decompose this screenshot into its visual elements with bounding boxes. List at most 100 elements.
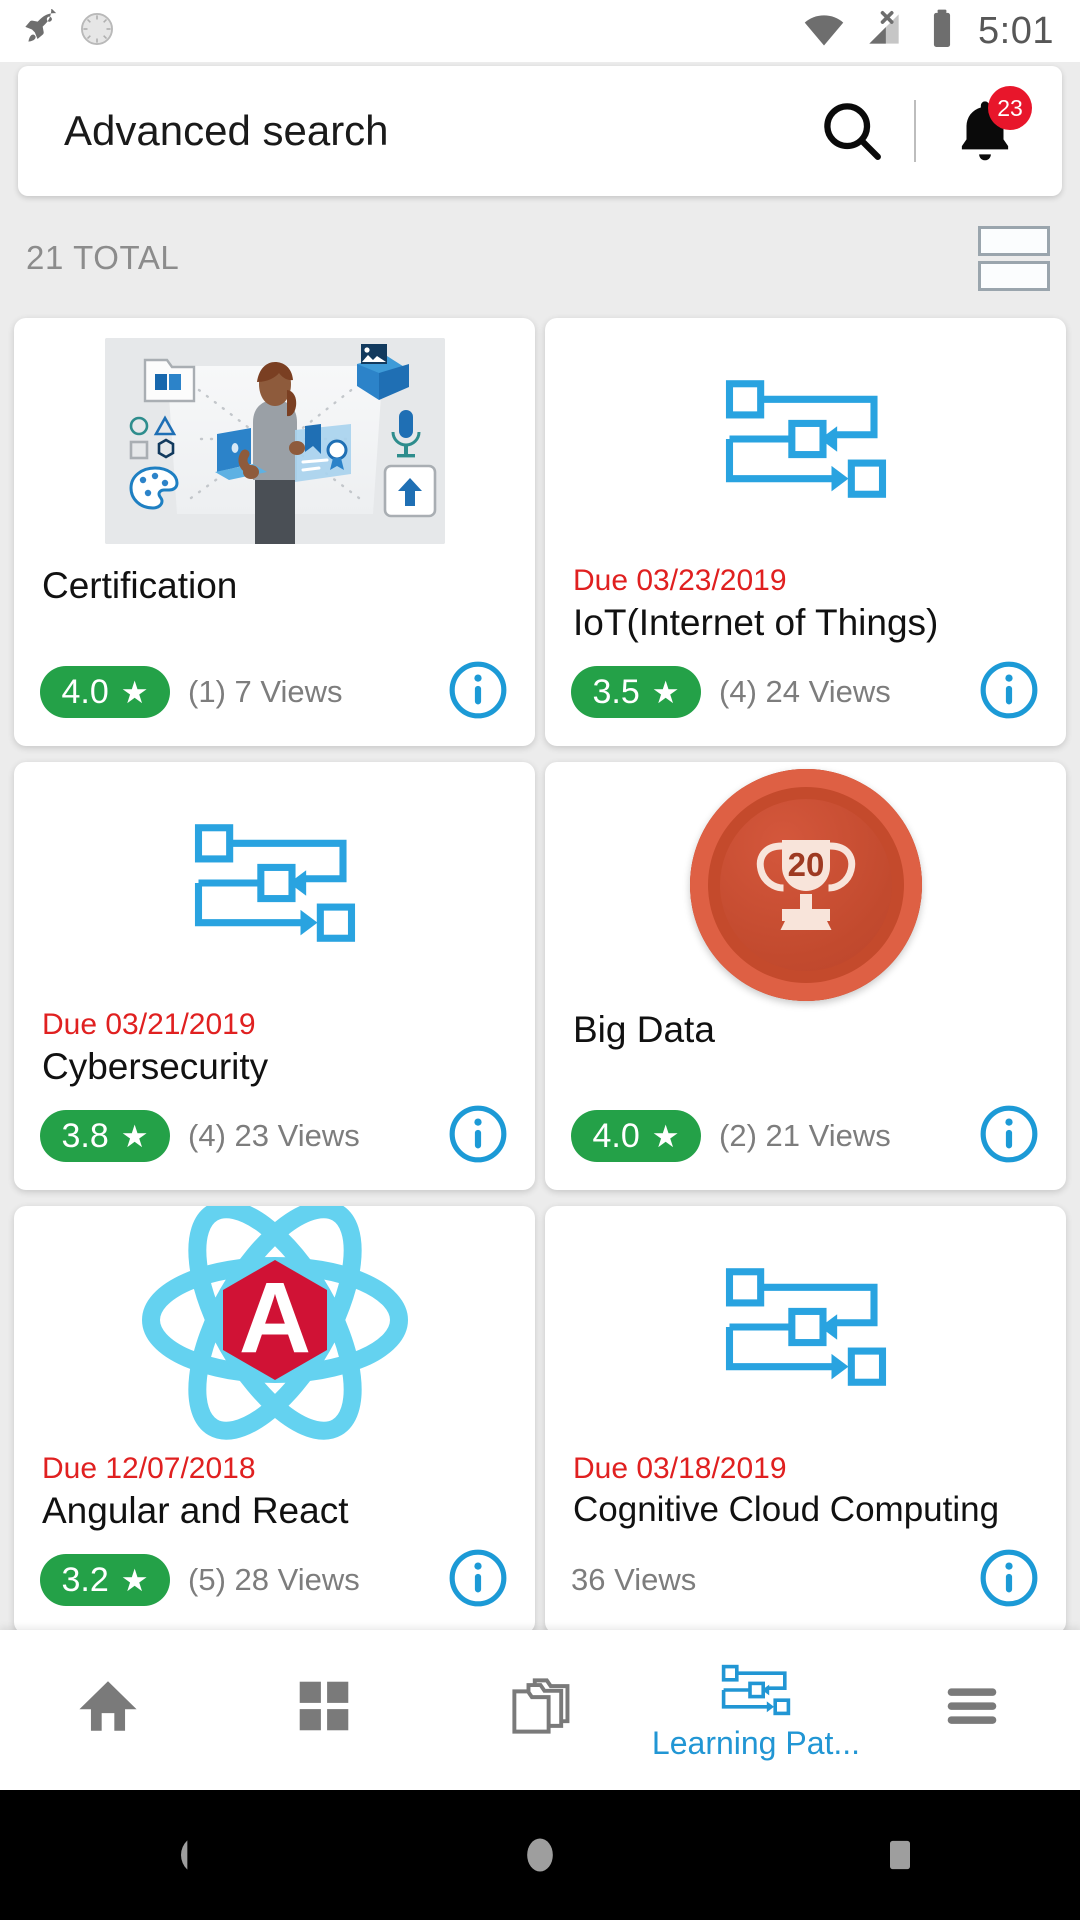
rating-value: 3.5 xyxy=(592,672,640,711)
notification-bell-icon[interactable]: 23 xyxy=(942,86,1032,174)
home-circle-icon[interactable] xyxy=(360,1833,720,1877)
folders-icon xyxy=(506,1672,574,1745)
views-label: (4) 23 Views xyxy=(188,1118,360,1154)
rating-badge: 3.5 ★ xyxy=(571,666,701,718)
views-label: (2) 21 Views xyxy=(719,1118,891,1154)
rating-count: (2) xyxy=(719,1118,757,1153)
info-icon[interactable] xyxy=(447,1103,509,1170)
search-bar[interactable]: Advanced search 23 xyxy=(18,66,1062,196)
info-icon[interactable] xyxy=(978,659,1040,726)
star-icon: ★ xyxy=(120,1562,149,1598)
rating-value: 3.8 xyxy=(61,1116,109,1155)
grid-icon xyxy=(293,1675,355,1742)
card-media: A xyxy=(14,1206,535,1452)
learning-path-icon xyxy=(190,819,360,952)
bottom-navigation: Learning Pat... xyxy=(0,1630,1080,1790)
info-icon[interactable] xyxy=(978,1103,1040,1170)
views-label: (5) 28 Views xyxy=(188,1562,360,1598)
card-body: Due 12/07/2018 Angular and React xyxy=(14,1452,535,1533)
search-input[interactable]: Advanced search xyxy=(64,107,816,155)
total-count-label: 21 TOTAL xyxy=(26,239,180,276)
list-view-toggle-bar xyxy=(978,225,1050,256)
card-body: Due 03/23/2019 IoT(Internet of Things) xyxy=(545,564,1066,645)
home-icon xyxy=(75,1673,141,1744)
certification-illustration xyxy=(104,338,445,544)
status-bar-clock: 5:01 xyxy=(978,10,1054,52)
status-bar: 5:01 xyxy=(0,0,1080,62)
info-icon[interactable] xyxy=(447,659,509,726)
learning-path-icon xyxy=(721,375,891,508)
card-body: Big Data xyxy=(545,1008,1066,1052)
views-count: 7 Views xyxy=(234,674,343,709)
card-certification[interactable]: Certification 4.0 ★ (1) 7 Views xyxy=(14,318,535,746)
status-bar-right-icons: 5:01 xyxy=(802,7,1054,56)
info-icon[interactable] xyxy=(447,1547,509,1614)
rating-badge: 4.0 ★ xyxy=(571,1110,701,1162)
card-cybersecurity[interactable]: Due 03/21/2019 Cybersecurity 3.8 ★ (4) 2… xyxy=(14,762,535,1190)
nav-item-folders[interactable] xyxy=(432,1630,648,1790)
card-body: Due 03/21/2019 Cybersecurity xyxy=(14,1008,535,1089)
back-triangle-icon[interactable] xyxy=(0,1833,360,1877)
views-label: (1) 7 Views xyxy=(188,674,343,710)
rocket-icon xyxy=(22,7,62,54)
star-icon: ★ xyxy=(651,674,680,710)
card-media xyxy=(14,318,535,564)
info-icon[interactable] xyxy=(978,1547,1040,1614)
views-count: 23 Views xyxy=(234,1118,360,1153)
rating-value: 3.2 xyxy=(61,1560,109,1599)
clock-sync-icon xyxy=(78,10,116,53)
recents-square-icon[interactable] xyxy=(720,1835,1080,1875)
card-media xyxy=(14,762,535,1008)
card-cognitive-cloud-computing[interactable]: Due 03/18/2019 Cognitive Cloud Computing… xyxy=(545,1206,1066,1634)
rating-count: (4) xyxy=(719,674,757,709)
card-title: Cognitive Cloud Computing xyxy=(573,1489,1000,1529)
card-footer: 3.2 ★ (5) 28 Views xyxy=(14,1526,535,1634)
views-label: (4) 24 Views xyxy=(719,674,891,710)
search-actions-divider xyxy=(914,100,916,162)
status-bar-left-icons xyxy=(22,7,116,54)
card-body: Due 03/18/2019 Cognitive Cloud Computing xyxy=(545,1452,1066,1531)
card-due-date: Due 03/18/2019 xyxy=(573,1452,787,1485)
list-view-toggle-icon[interactable] xyxy=(978,225,1050,291)
card-footer: 4.0 ★ (2) 21 Views xyxy=(545,1082,1066,1190)
card-angular-react[interactable]: A Due 12/07/2018 Angular and React 3.2 ★… xyxy=(14,1206,535,1634)
card-footer: 3.5 ★ (4) 24 Views xyxy=(545,638,1066,746)
search-icon[interactable] xyxy=(816,95,888,167)
views-count: 24 Views xyxy=(765,674,891,709)
rating-badge: 3.2 ★ xyxy=(40,1554,170,1606)
rating-count: (5) xyxy=(188,1562,226,1597)
hamburger-menu-icon xyxy=(941,1675,1003,1742)
rating-value: 4.0 xyxy=(61,672,109,711)
card-title: Certification xyxy=(42,565,238,606)
nav-item-menu[interactable] xyxy=(864,1630,1080,1790)
card-media xyxy=(545,318,1066,564)
nav-item-learning-paths[interactable]: Learning Pat... xyxy=(648,1630,864,1790)
card-title: Big Data xyxy=(573,1009,715,1050)
card-body: Certification xyxy=(14,564,535,608)
star-icon: ★ xyxy=(120,1118,149,1154)
rating-count: (1) xyxy=(188,674,226,709)
learning-path-icon xyxy=(720,1662,792,1723)
wifi-icon xyxy=(802,7,846,56)
learning-path-icon xyxy=(721,1263,891,1396)
results-toolbar: 21 TOTAL xyxy=(0,210,1080,306)
card-due-date: Due 03/23/2019 xyxy=(573,564,787,597)
card-footer: 36 Views xyxy=(545,1526,1066,1634)
views-label: 36 Views xyxy=(571,1562,697,1597)
rating-count: (4) xyxy=(188,1118,226,1153)
rating-value: 4.0 xyxy=(592,1116,640,1155)
card-title: Angular and React xyxy=(42,1489,349,1531)
star-icon: ★ xyxy=(651,1118,680,1154)
card-big-data[interactable]: 20 Big Data 4.0 ★ (2) 21 Views xyxy=(545,762,1066,1190)
angular-react-logo: A xyxy=(75,1206,475,1494)
list-view-toggle-bar xyxy=(978,260,1050,291)
search-bar-actions: 23 xyxy=(816,86,1032,174)
cellular-no-signal-icon xyxy=(862,7,906,56)
nav-item-home[interactable] xyxy=(0,1630,216,1790)
card-iot[interactable]: Due 03/23/2019 IoT(Internet of Things) 3… xyxy=(545,318,1066,746)
rating-badge: 3.8 ★ xyxy=(40,1110,170,1162)
card-due-date: Due 03/21/2019 xyxy=(42,1008,256,1041)
trophy-number: 20 xyxy=(787,846,824,883)
nav-item-grid[interactable] xyxy=(216,1630,432,1790)
trophy-badge: 20 xyxy=(689,769,922,1001)
